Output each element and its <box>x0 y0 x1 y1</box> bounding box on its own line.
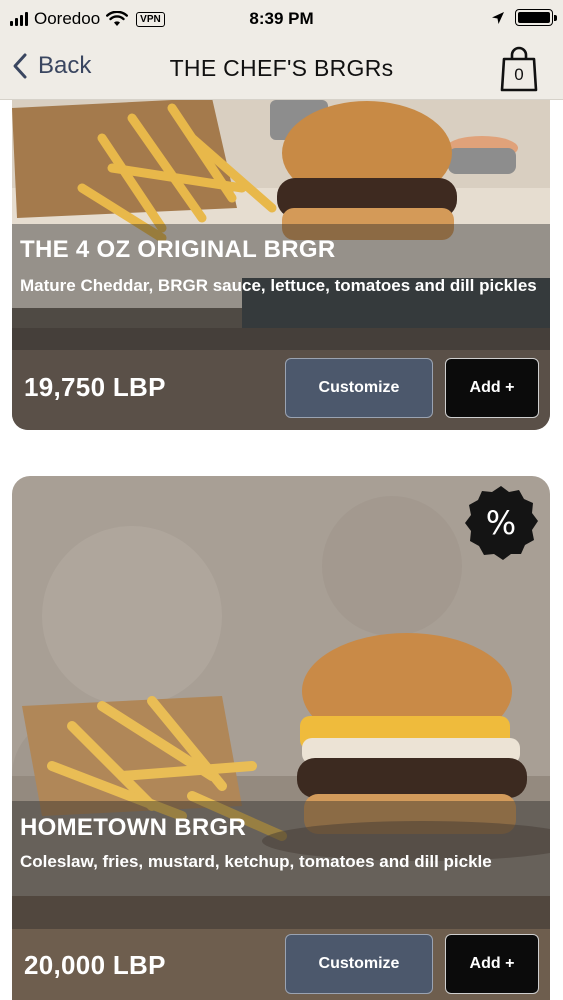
cart-button[interactable]: 0 <box>499 44 539 94</box>
product-description: Mature Cheddar, BRGR sauce, lettuce, tom… <box>20 276 537 295</box>
product-price: 20,000 LBP <box>24 950 166 980</box>
navigation-bar: Back THE CHEF'S BRGRs 0 <box>0 38 563 100</box>
status-right <box>491 9 557 26</box>
status-bar: Ooredoo VPN 8:39 PM <box>0 0 563 38</box>
customize-button[interactable]: Customize <box>285 934 433 994</box>
product-price: 19,750 LBP <box>24 372 166 402</box>
add-to-cart-button[interactable]: Add + <box>445 358 539 418</box>
product-name: HOMETOWN BRGR <box>20 814 247 841</box>
customize-button[interactable]: Customize <box>285 358 433 418</box>
status-time: 8:39 PM <box>249 9 314 28</box>
discount-badge-label: % <box>486 504 516 542</box>
discount-badge-icon: % <box>465 486 538 560</box>
product-card[interactable]: % HOMETOWN BRGR Coleslaw, fries, mustard… <box>12 476 550 1000</box>
product-card[interactable]: THE 4 OZ ORIGINAL BRGR Mature Cheddar, B… <box>12 78 550 430</box>
cart-count: 0 <box>514 65 524 84</box>
add-to-cart-button[interactable]: Add + <box>445 934 539 994</box>
location-arrow-icon <box>492 11 504 24</box>
page-title: THE CHEF'S BRGRs <box>169 55 394 81</box>
product-description: Coleslaw, fries, mustard, ketchup, tomat… <box>20 852 492 871</box>
battery-icon <box>515 9 557 26</box>
product-name: THE 4 OZ ORIGINAL BRGR <box>20 236 336 263</box>
